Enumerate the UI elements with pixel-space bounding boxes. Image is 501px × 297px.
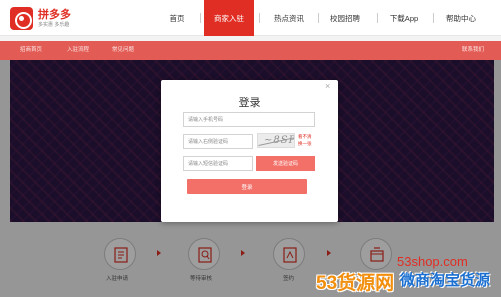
- login-button[interactable]: 登录: [187, 179, 307, 194]
- sub-navigation: 招商首页 入驻流程 常见问题 联系我们: [0, 41, 501, 60]
- nav-divider: [433, 13, 434, 23]
- image-code-input[interactable]: [183, 134, 253, 149]
- subnav-item-process[interactable]: 入驻流程: [67, 41, 89, 60]
- pinduoduo-logo-icon[interactable]: [10, 7, 33, 30]
- captcha-image[interactable]: ~8SP: [257, 133, 295, 148]
- logo-slogan: 多实惠 多乐趣: [38, 22, 70, 28]
- logo-name[interactable]: 拼多多: [38, 6, 71, 22]
- captcha-text: ~8SP: [264, 135, 295, 146]
- refresh-captcha-link[interactable]: 看不清: [298, 134, 318, 139]
- login-modal: × 登录 ~8SP 看不清 换一张 发送验证码 登录: [161, 80, 338, 222]
- watermark-subtitle: 微商淘宝货源: [400, 272, 491, 289]
- watermark-brand: 53货源网: [316, 273, 395, 294]
- nav-merchant-join[interactable]: 商家入驻: [204, 0, 254, 36]
- nav-divider: [377, 13, 378, 23]
- subnav-item-faq[interactable]: 常见问题: [112, 41, 134, 60]
- top-header: 拼多多 多实惠 多乐趣 首页 商家入驻 热点资讯 校园招聘 下载App 帮助中心: [0, 0, 501, 36]
- phone-input[interactable]: [183, 112, 315, 127]
- nav-campus-recruit[interactable]: 校园招聘: [322, 0, 368, 36]
- subnav-item-home[interactable]: 招商首页: [20, 41, 42, 60]
- nav-hot-news[interactable]: 热点资讯: [264, 0, 314, 36]
- nav-divider: [318, 13, 319, 23]
- nav-divider: [259, 13, 260, 23]
- refresh-captcha-link-2[interactable]: 换一张: [298, 141, 318, 146]
- sms-code-input[interactable]: [183, 156, 253, 171]
- nav-home[interactable]: 首页: [158, 0, 196, 36]
- modal-title: 登录: [238, 97, 261, 109]
- nav-divider: [200, 13, 201, 23]
- close-icon[interactable]: ×: [325, 82, 330, 91]
- nav-help-center[interactable]: 帮助中心: [438, 0, 484, 36]
- subnav-contact-link[interactable]: 联系我们: [462, 41, 484, 60]
- nav-download-app[interactable]: 下载App: [381, 0, 427, 36]
- send-sms-code-button[interactable]: 发送验证码: [256, 156, 315, 171]
- watermark-url: 53shop.com: [397, 254, 468, 269]
